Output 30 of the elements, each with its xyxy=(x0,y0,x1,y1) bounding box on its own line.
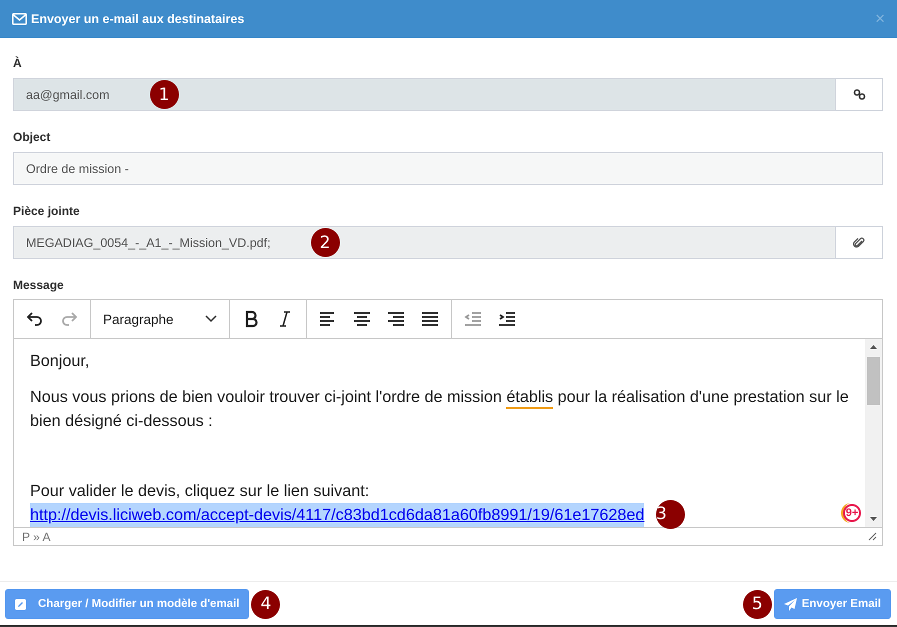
text-field[interactable]: Ordre de mission - xyxy=(13,152,883,185)
field-label: Pièce jointe xyxy=(13,204,81,218)
step-marker: 4 xyxy=(251,590,280,618)
link[interactable]: http://devis.liciweb.com/accept-devis/4117/c83bd1cd6da81a60fb8991/19/61e17628ed xyxy=(30,503,644,527)
scrollbar[interactable] xyxy=(865,339,882,527)
dialog-title: Envoyer un e-mail aux destinataires xyxy=(31,12,244,26)
addon-button[interactable] xyxy=(836,78,883,111)
block-format-dropdown[interactable]: Paragraphe xyxy=(97,304,223,334)
step-marker: 5 xyxy=(742,590,772,618)
paragraph: Pour valider le devis, cliquez sur le lien suivant: xyxy=(30,481,370,502)
paragraph: Bonjour, xyxy=(30,351,90,372)
resize-handle-icon[interactable] xyxy=(868,532,877,541)
text-field[interactable]: aa@gmail.com 1 xyxy=(13,78,836,111)
step-marker: 2 xyxy=(310,228,340,257)
link-icon xyxy=(852,89,866,100)
edit-icon xyxy=(15,598,26,610)
chevron-icon xyxy=(205,315,217,323)
addon-button[interactable] xyxy=(836,226,883,259)
paper-plane-icon xyxy=(784,598,797,610)
step-marker: 1 xyxy=(150,80,179,109)
paperclip-icon xyxy=(853,236,865,248)
grammar-badge[interactable]: 9+ xyxy=(843,504,861,522)
field-label: À xyxy=(13,56,23,70)
envelope-icon xyxy=(12,13,27,25)
field-label: Message xyxy=(13,278,65,292)
field-label: Object xyxy=(13,130,52,144)
text-field[interactable]: MEGADIAG_0054_-_A1_-_Mission_VD.pdf; 2 xyxy=(13,226,836,259)
step-marker: 3 xyxy=(656,500,685,529)
paragraph: Nous vous prions de bien vouloir trouver ci-joint l'ordre de mission établis pour la réalisation d'une prestation sur le bien désigné ci-dessous : xyxy=(30,387,849,432)
element-path: P » A xyxy=(22,530,50,544)
